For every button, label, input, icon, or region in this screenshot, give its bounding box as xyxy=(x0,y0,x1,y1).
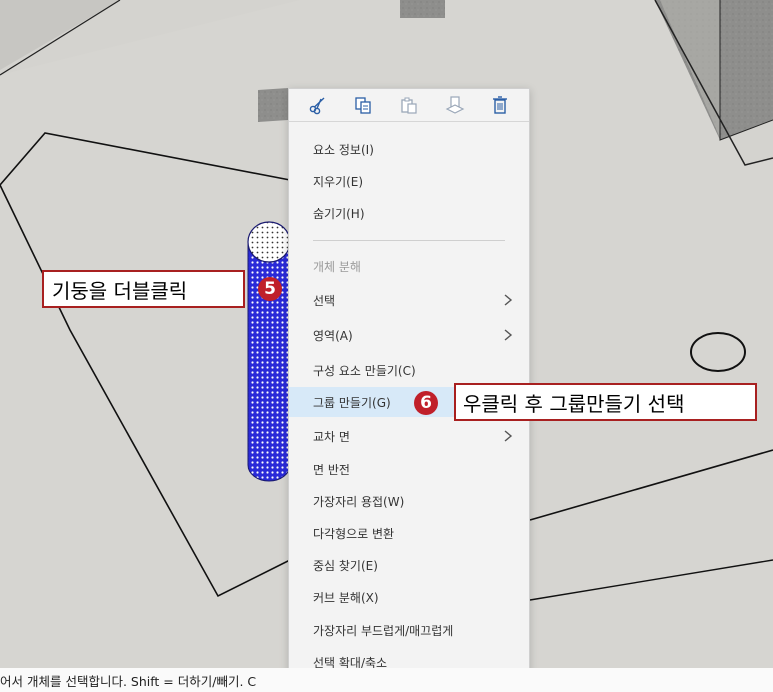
callout-step5: 기둥을 더블클릭 xyxy=(42,270,245,308)
menu-item[interactable]: 다각형으로 변환 xyxy=(289,518,529,548)
concrete-bits xyxy=(400,0,445,18)
paste-icon xyxy=(401,97,417,114)
menu-item-label: 중심 찾기(E) xyxy=(313,558,378,573)
menu-item-label: 숨기기(H) xyxy=(313,206,365,221)
menu-item-label: 다각형으로 변환 xyxy=(313,526,395,541)
menu-item[interactable]: 교차 면 xyxy=(289,421,529,451)
menu-item[interactable]: 가장자리 용접(W) xyxy=(289,486,529,516)
menu-item[interactable]: 커브 분해(X) xyxy=(289,582,529,612)
menu-item-label: 구성 요소 만들기(C) xyxy=(313,363,416,378)
menu-item[interactable]: 선택 xyxy=(289,285,529,315)
chevron-right-icon xyxy=(504,430,513,442)
chevron-right-icon xyxy=(504,329,513,341)
concrete-bits-2 xyxy=(258,88,288,122)
menu-item-label: 개체 분해 xyxy=(313,259,361,274)
menu-item[interactable]: 요소 정보(I) xyxy=(289,134,529,164)
menu-item-label: 영역(A) xyxy=(313,328,353,343)
menu-item[interactable]: 구성 요소 만들기(C) xyxy=(289,355,529,385)
menu-item-label: 요소 정보(I) xyxy=(313,142,374,157)
scissors-icon xyxy=(309,97,325,115)
menu-item: 개체 분해 xyxy=(289,251,529,281)
menu-item-label: 교차 면 xyxy=(313,429,350,444)
menu-item[interactable]: 숨기기(H) xyxy=(289,198,529,228)
status-text: 어서 개체를 선택합니다. Shift = 더하기/빼기. C xyxy=(0,673,257,689)
menu-item[interactable]: 중심 찾기(E) xyxy=(289,550,529,580)
menu-item[interactable]: 가장자리 부드럽게/매끄럽게 xyxy=(289,615,529,645)
menu-item[interactable]: 면 반전 xyxy=(289,454,529,484)
menu-item-label: 가장자리 용접(W) xyxy=(313,494,405,509)
context-toolbar xyxy=(289,89,529,122)
copy-icon xyxy=(355,97,372,114)
delete-button[interactable] xyxy=(486,92,514,118)
step6-badge: 6 xyxy=(414,391,438,415)
chevron-right-icon xyxy=(504,294,513,306)
paste-button[interactable] xyxy=(395,92,423,118)
menu-item-label: 면 반전 xyxy=(313,462,350,477)
callout-step6-text: 우클릭 후 그룹만들기 선택 xyxy=(463,391,685,416)
menu-item-label: 선택 xyxy=(313,293,336,308)
trash-icon xyxy=(493,96,508,114)
menu-separator xyxy=(313,240,505,241)
cut-button[interactable] xyxy=(304,92,332,118)
column-cylinder xyxy=(247,221,291,482)
callout-step6: 우클릭 후 그룹만들기 선택 xyxy=(454,383,757,421)
status-bar: 어서 개체를 선택합니다. Shift = 더하기/빼기. C xyxy=(0,668,773,692)
menu-item[interactable]: 영역(A) xyxy=(289,320,529,350)
menu-item-label: 그룹 만들기(G) xyxy=(313,395,391,410)
step5-badge: 5 xyxy=(258,277,282,301)
menu-item-label: 커브 분해(X) xyxy=(313,590,379,605)
paste-in-place-button[interactable] xyxy=(441,92,469,118)
copy-button[interactable] xyxy=(349,92,377,118)
menu-item-label: 가장자리 부드럽게/매끄럽게 xyxy=(313,623,454,638)
callout-step5-text: 기둥을 더블클릭 xyxy=(52,278,188,303)
menu-item-label: 지우기(E) xyxy=(313,174,364,189)
menu-item[interactable]: 지우기(E) xyxy=(289,166,529,196)
3d-viewport[interactable]: 기둥을 더블클릭 5 요소 정보(I) 지우기(E) 숨기기(H) 개체 분해 … xyxy=(0,0,773,692)
paste-in-place-icon xyxy=(445,96,464,114)
